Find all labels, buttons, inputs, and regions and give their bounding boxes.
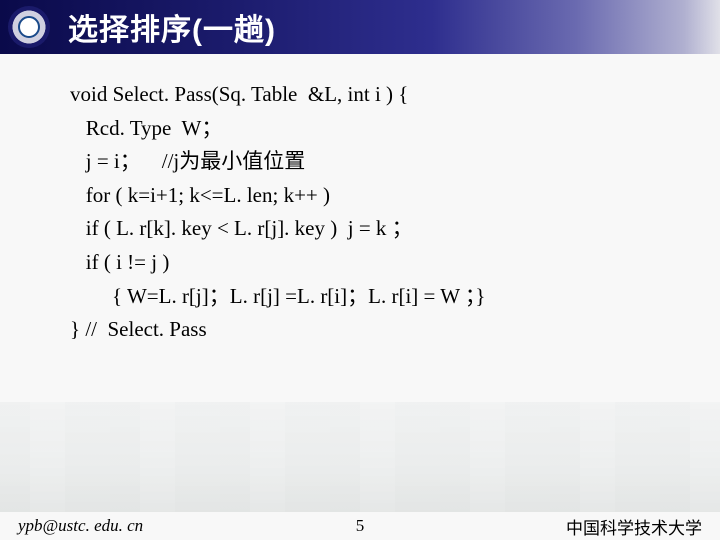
campus-background (0, 402, 720, 512)
code-line: if ( L. r[k]. key < L. r[j]. key ) j = k… (70, 212, 660, 246)
code-line: for ( k=i+1; k<=L. len; k++ ) (70, 179, 660, 213)
footer-org: 中国科学技术大学 (566, 514, 702, 539)
code-line: if ( i != j ) (70, 246, 660, 280)
code-line: void Select. Pass(Sq. Table &L, int i ) … (70, 78, 660, 112)
footer-email: ypb@ustc. edu. cn (18, 516, 143, 536)
slide-title: 选择排序(一趟) (68, 5, 276, 49)
code-line: { W=L. r[j]；L. r[j] =L. r[i]；L. r[i] = W… (70, 280, 660, 314)
footer: ypb@ustc. edu. cn 5 中国科学技术大学 (0, 512, 720, 540)
code-line: Rcd. Type W； (70, 112, 660, 146)
code-line: j = i； //j为最小值位置 (70, 145, 660, 179)
title-bar: 选择排序(一趟) (0, 0, 720, 54)
slide-number: 5 (356, 516, 365, 536)
ustc-logo (8, 6, 50, 48)
code-block: void Select. Pass(Sq. Table &L, int i ) … (0, 54, 720, 347)
code-line: } // Select. Pass (70, 313, 660, 347)
